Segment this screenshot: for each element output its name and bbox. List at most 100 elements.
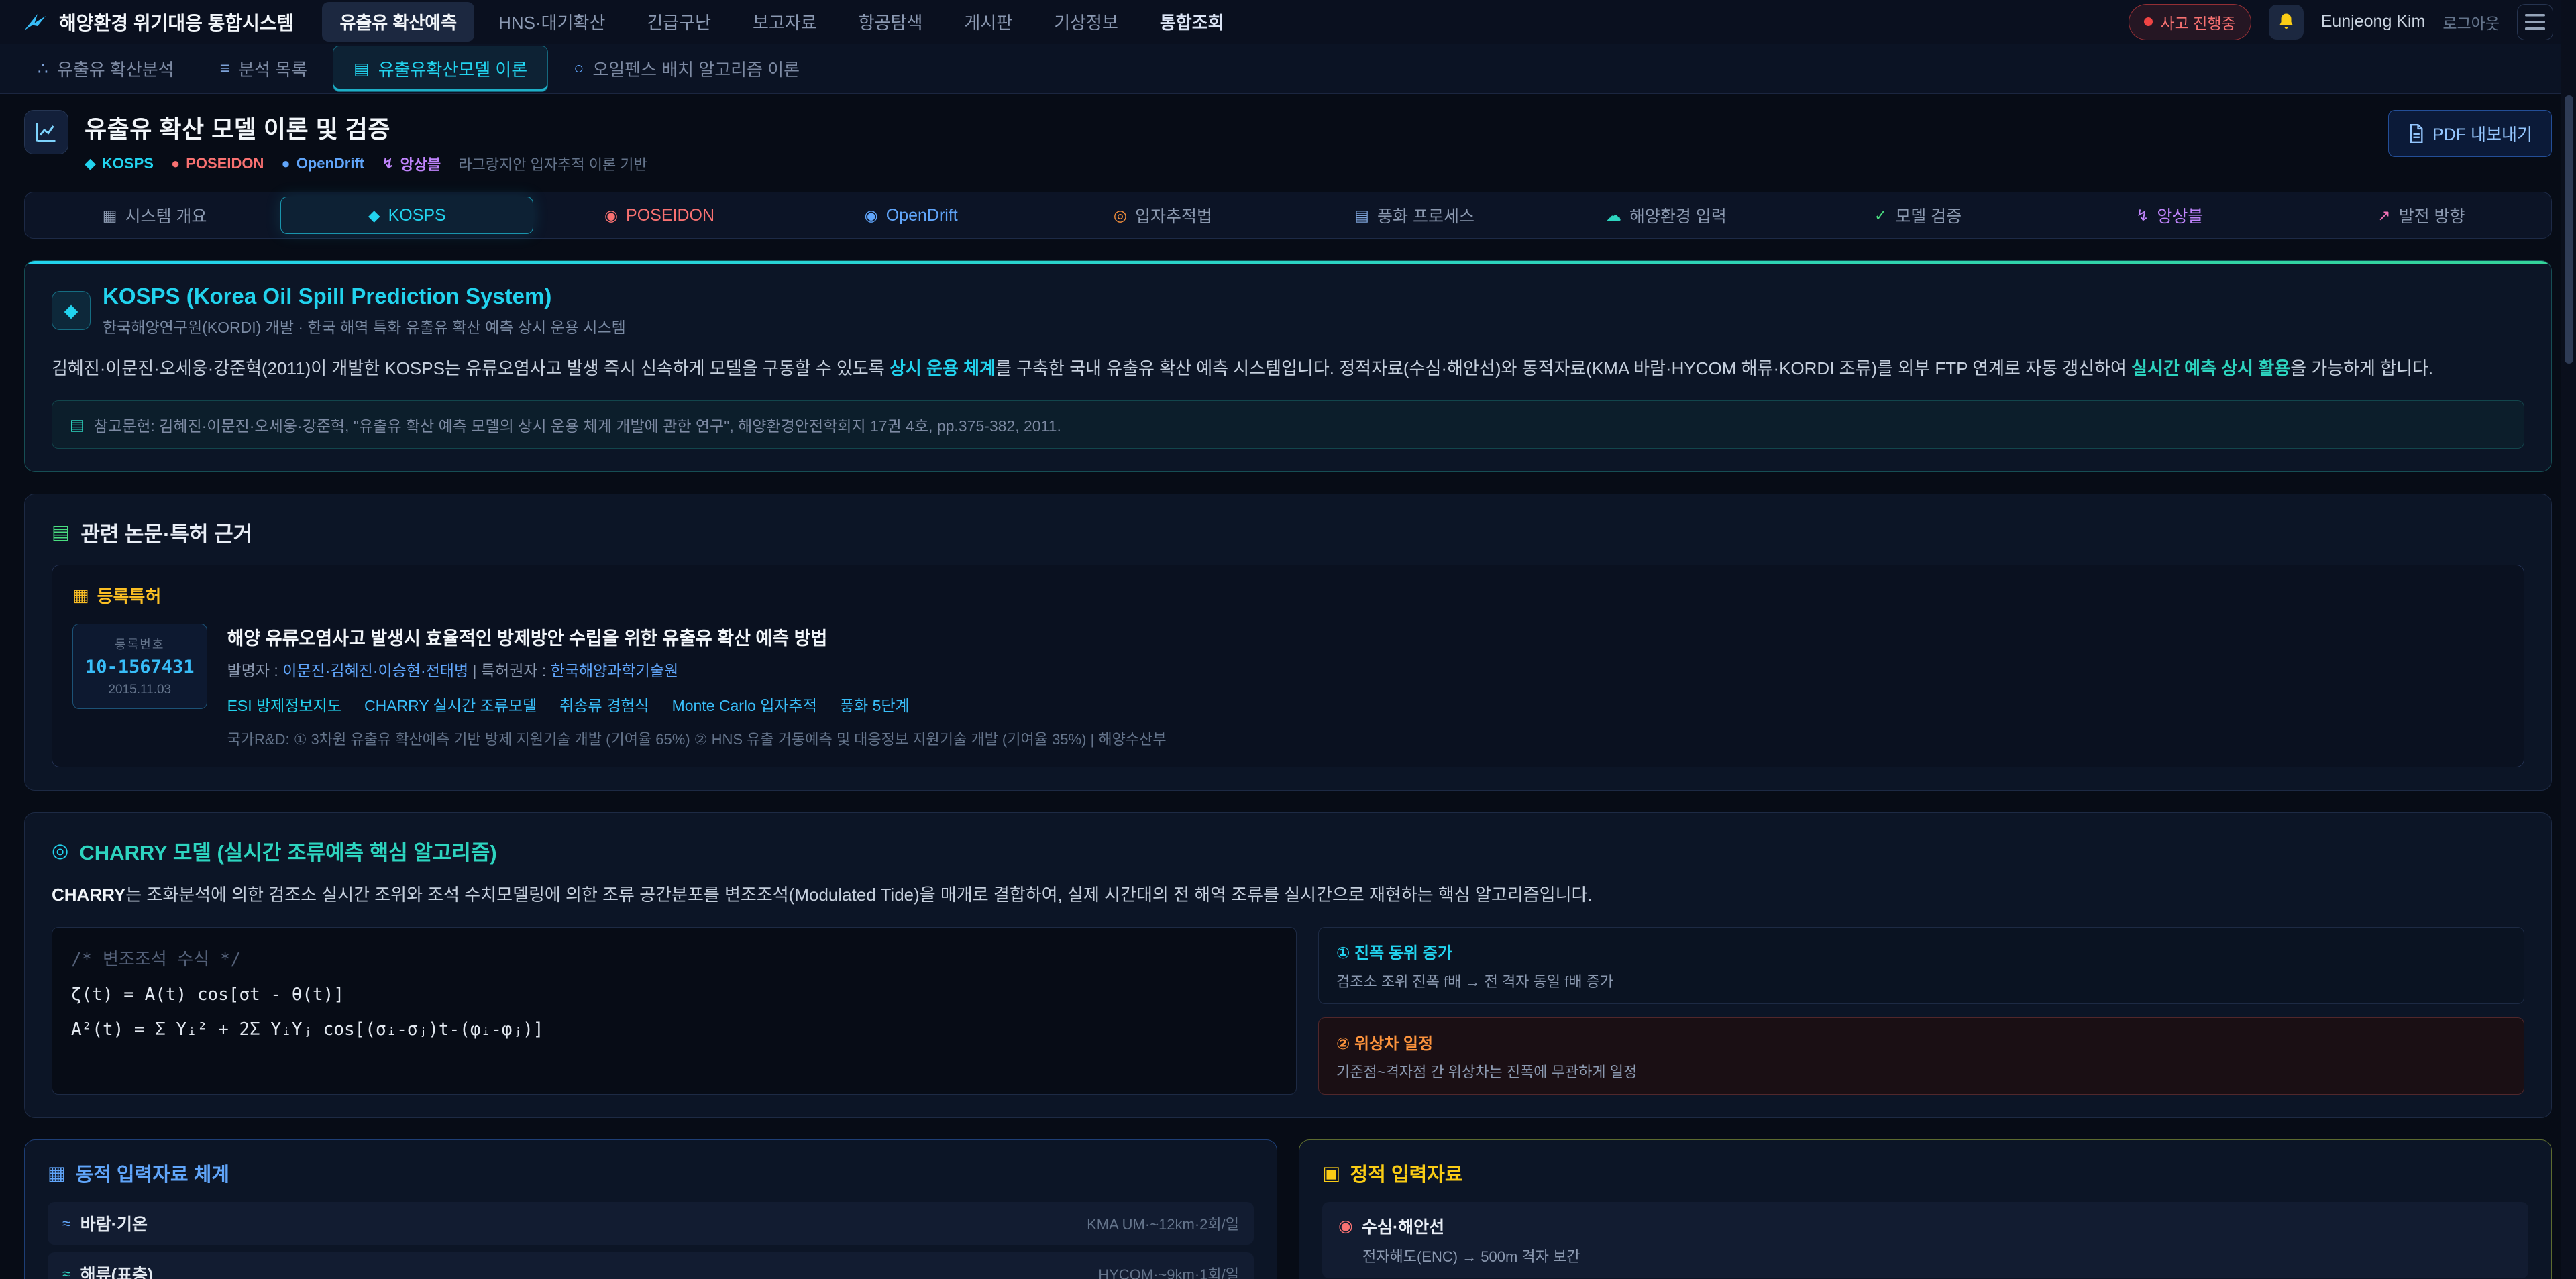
inventor-names: 이문진·김혜진·이승현·전태병	[282, 662, 468, 679]
tag-wdc-formula[interactable]: 취송류 경험식	[559, 693, 649, 716]
note-2-title: ② 위상차 일정	[1336, 1030, 2506, 1054]
pdf-icon	[2408, 124, 2424, 143]
subtab-model-theory[interactable]: ▤ 유출유확산모델 이론	[333, 46, 548, 92]
patent-title: 해양 유류오염사고 발생시 효율적인 방제방안 수립을 위한 유출유 확산 예측…	[227, 624, 1167, 650]
list-item[interactable]: ≈바람·기온 KMA UM·~12km·2회/일	[48, 1202, 1254, 1245]
tab-particle-tracking[interactable]: ◎ 입자추적법	[1037, 197, 1289, 234]
kosps-subtitle: 한국해양연구원(KORDI) 개발 · 한국 해역 특화 유출유 확산 예측 상…	[103, 315, 626, 337]
amplitude-note-box: ① 진폭 동위 증가 검조소 조위 진폭 f배 → 전 격자 동일 f배 증가	[1318, 927, 2524, 1004]
nav-item-weather[interactable]: 기상정보	[1036, 2, 1136, 42]
tab-kosps[interactable]: ◆ KOSPS	[280, 197, 533, 234]
oilfence-icon: ○	[574, 59, 584, 78]
subtab-label: 유출유 확산분석	[57, 56, 174, 81]
tag-charry-model[interactable]: CHARRY 실시간 조류모델	[364, 693, 537, 716]
highlight-ops-system: 상시 운용 체계	[890, 358, 996, 378]
tab-poseidon[interactable]: ◉ POSEIDON	[533, 197, 785, 234]
kosps-heading: KOSPS (Korea Oil Spill Prediction System…	[103, 284, 626, 309]
app-brand[interactable]: 해양환경 위기대응 통합시스템	[23, 9, 294, 36]
page-subtitle-note: 라그랑지안 입자추적 이론 기반	[458, 153, 647, 174]
page-title: 유출유 확산 모델 이론 및 검증	[85, 110, 647, 145]
incident-dot-icon	[2144, 17, 2153, 26]
nav-item-reports[interactable]: 보고자료	[735, 2, 835, 42]
nav-item-oil-spill-prediction[interactable]: 유출유 확산예측	[322, 2, 474, 42]
list-item[interactable]: ◉수심·해안선 전자해도(ENC) → 500m 격자 보간	[1322, 1202, 2528, 1278]
formula-line-2: A²(t) = Σ Yᵢ² + 2Σ YᵢYⱼ cos[(σᵢ-σⱼ)t-(φᵢ…	[71, 1012, 1277, 1047]
circle-icon: ●	[281, 155, 290, 172]
nav-item-emergency-rescue[interactable]: 긴급구난	[629, 2, 729, 42]
patent-number: 10-1567431	[85, 657, 195, 677]
patent-meta: 발명자 : 이문진·김혜진·이승현·전태병 | 특허권자 : 한국해양과학기술원	[227, 658, 1167, 681]
sub-navigation: ∴ 유출유 확산분석 ≡ 분석 목록 ▤ 유출유확산모델 이론 ○ 오일펜스 배…	[0, 44, 2576, 94]
patent-number-label: 등록번호	[85, 635, 195, 653]
rocket-icon: ↗	[2377, 207, 2390, 225]
tab-opendrift[interactable]: ◉ OpenDrift	[786, 197, 1037, 234]
phase-note-box: ② 위상차 일정 기준점~격자점 간 위상차는 진폭에 무관하게 일정	[1318, 1017, 2524, 1095]
subtab-oilfence-theory[interactable]: ○ 오일펜스 배치 알고리즘 이론	[553, 46, 820, 91]
layers-icon: ▤	[1354, 207, 1369, 225]
topnav-right-group: 사고 진행중 Eunjeong Kim 로그아웃	[2129, 4, 2554, 40]
nav-item-board[interactable]: 게시판	[947, 2, 1030, 42]
main-menu: 유출유 확산예측 HNS·대기확산 긴급구난 보고자료 항공탐색 게시판 기상정…	[322, 2, 2100, 42]
pdf-export-button[interactable]: PDF 내보내기	[2388, 110, 2552, 157]
logout-button[interactable]: 로그아웃	[2443, 11, 2500, 34]
kosps-description: 김혜진·이문진·오세웅·강준혁(2011)이 개발한 KOSPS는 유류오염사고…	[52, 353, 2524, 383]
model-badges: ◆ KOSPS ● POSEIDON ● OpenDrift ↯ 앙상블 라그랑…	[85, 153, 647, 174]
static-input-heading: ▣ 정적 입력자료	[1322, 1159, 2528, 1187]
notification-button[interactable]	[2269, 5, 2304, 40]
charry-content-row: /* 변조조석 수식 */ ζ(t) = A(t) cos[σt - θ(t)]…	[52, 927, 2524, 1095]
check-icon: ✓	[1874, 207, 1887, 225]
tab-system-overview[interactable]: ▦ 시스템 개요	[29, 197, 280, 234]
wind-icon: ≈	[62, 1215, 71, 1233]
tab-weathering-process[interactable]: ▤ 풍화 프로세스	[1289, 197, 1540, 234]
static-input-section: ▣ 정적 입력자료 ◉수심·해안선 전자해도(ENC) → 500m 격자 보간…	[1299, 1139, 2552, 1279]
subtab-label: 분석 목록	[238, 56, 307, 81]
subtab-label: 오일펜스 배치 알고리즘 이론	[592, 56, 800, 81]
folder-icon: ▣	[1322, 1162, 1340, 1185]
reference-box: ▤ 참고문헌: 김혜진·이문진·오세웅·강준혁, "유출유 확산 예측 모델의 …	[52, 400, 2524, 449]
badge-ensemble: ↯ 앙상블	[382, 153, 441, 174]
nav-item-integrated-search[interactable]: 통합조회	[1142, 2, 1242, 42]
current-icon: ≈	[62, 1265, 71, 1279]
tab-future-direction[interactable]: ↗ 발전 방향	[2296, 197, 2547, 234]
list-item[interactable]: ≈해류(표층) HYCOM·~9km·1회/일	[48, 1252, 1254, 1279]
book-icon: ▤	[354, 59, 370, 79]
tag-esi-map[interactable]: ESI 방제정보지도	[227, 693, 341, 716]
patent-date: 2015.11.03	[85, 683, 195, 698]
pin-icon: ◉	[1338, 1216, 1353, 1236]
page-scrollbar[interactable]	[2561, 0, 2576, 1279]
tab-ensemble[interactable]: ↯ 앙상블	[2044, 197, 2296, 234]
nav-item-hns-diffusion[interactable]: HNS·대기확산	[481, 2, 623, 42]
formula-line-1: ζ(t) = A(t) cos[σt - θ(t)]	[71, 977, 1277, 1012]
subtab-diffusion-analysis[interactable]: ∴ 유출유 확산분석	[17, 46, 195, 91]
menu-toggle-button[interactable]	[2517, 4, 2553, 40]
chart-bars-icon: ▦	[48, 1162, 66, 1185]
brand-title: 해양환경 위기대응 통합시스템	[59, 9, 294, 36]
patent-box-label: ▦ 등록특허	[72, 583, 2504, 608]
user-name: Eunjeong Kim	[2321, 12, 2426, 32]
charry-section: ◎ CHARRY 모델 (실시간 조류예측 핵심 알고리즘) CHARRY는 조…	[24, 812, 2552, 1118]
list-icon: ≡	[220, 59, 230, 78]
diamond-icon: ◆	[368, 207, 380, 225]
patent-tags: ESI 방제정보지도 CHARRY 실시간 조류모델 취송류 경험식 Monte…	[227, 693, 1167, 716]
diamond-icon: ◆	[52, 291, 91, 330]
static-input-rows: ◉수심·해안선 전자해도(ENC) → 500m 격자 보간 ▦격자 구성 좌표…	[1322, 1202, 2528, 1279]
target-icon: ◎	[1114, 207, 1127, 225]
badge-poseidon: ● POSEIDON	[171, 155, 264, 172]
kosps-header: ◆ KOSPS (Korea Oil Spill Prediction Syst…	[52, 284, 2524, 337]
subtab-analysis-list[interactable]: ≡ 분석 목록	[200, 46, 328, 91]
nav-item-aerial-search[interactable]: 항공탐색	[841, 2, 941, 42]
dynamic-input-rows: ≈바람·기온 KMA UM·~12km·2회/일 ≈해류(표층) HYCOM·~…	[48, 1202, 1254, 1279]
incident-badge-label: 사고 진행중	[2161, 11, 2236, 34]
tag-weathering-5[interactable]: 풍화 5단계	[840, 693, 910, 716]
dynamic-input-heading: ▦ 동적 입력자료 체계	[48, 1159, 1254, 1187]
bolt-icon: ↯	[382, 155, 394, 172]
tag-monte-carlo[interactable]: Monte Carlo 입자추적	[672, 693, 817, 716]
tab-ocean-env-input[interactable]: ☁ 해양환경 입력	[1540, 197, 1792, 234]
incident-status-badge[interactable]: 사고 진행중	[2129, 4, 2251, 40]
tab-model-validation[interactable]: ✓ 모델 검증	[1792, 197, 2043, 234]
diamond-icon: ◆	[85, 155, 96, 172]
books-icon: ▤	[52, 520, 70, 544]
main-content: 유출유 확산 모델 이론 및 검증 ◆ KOSPS ● POSEIDON ● O…	[0, 94, 2576, 1279]
scrollbar-thumb[interactable]	[2565, 95, 2573, 364]
ring-icon: ◉	[865, 207, 878, 225]
